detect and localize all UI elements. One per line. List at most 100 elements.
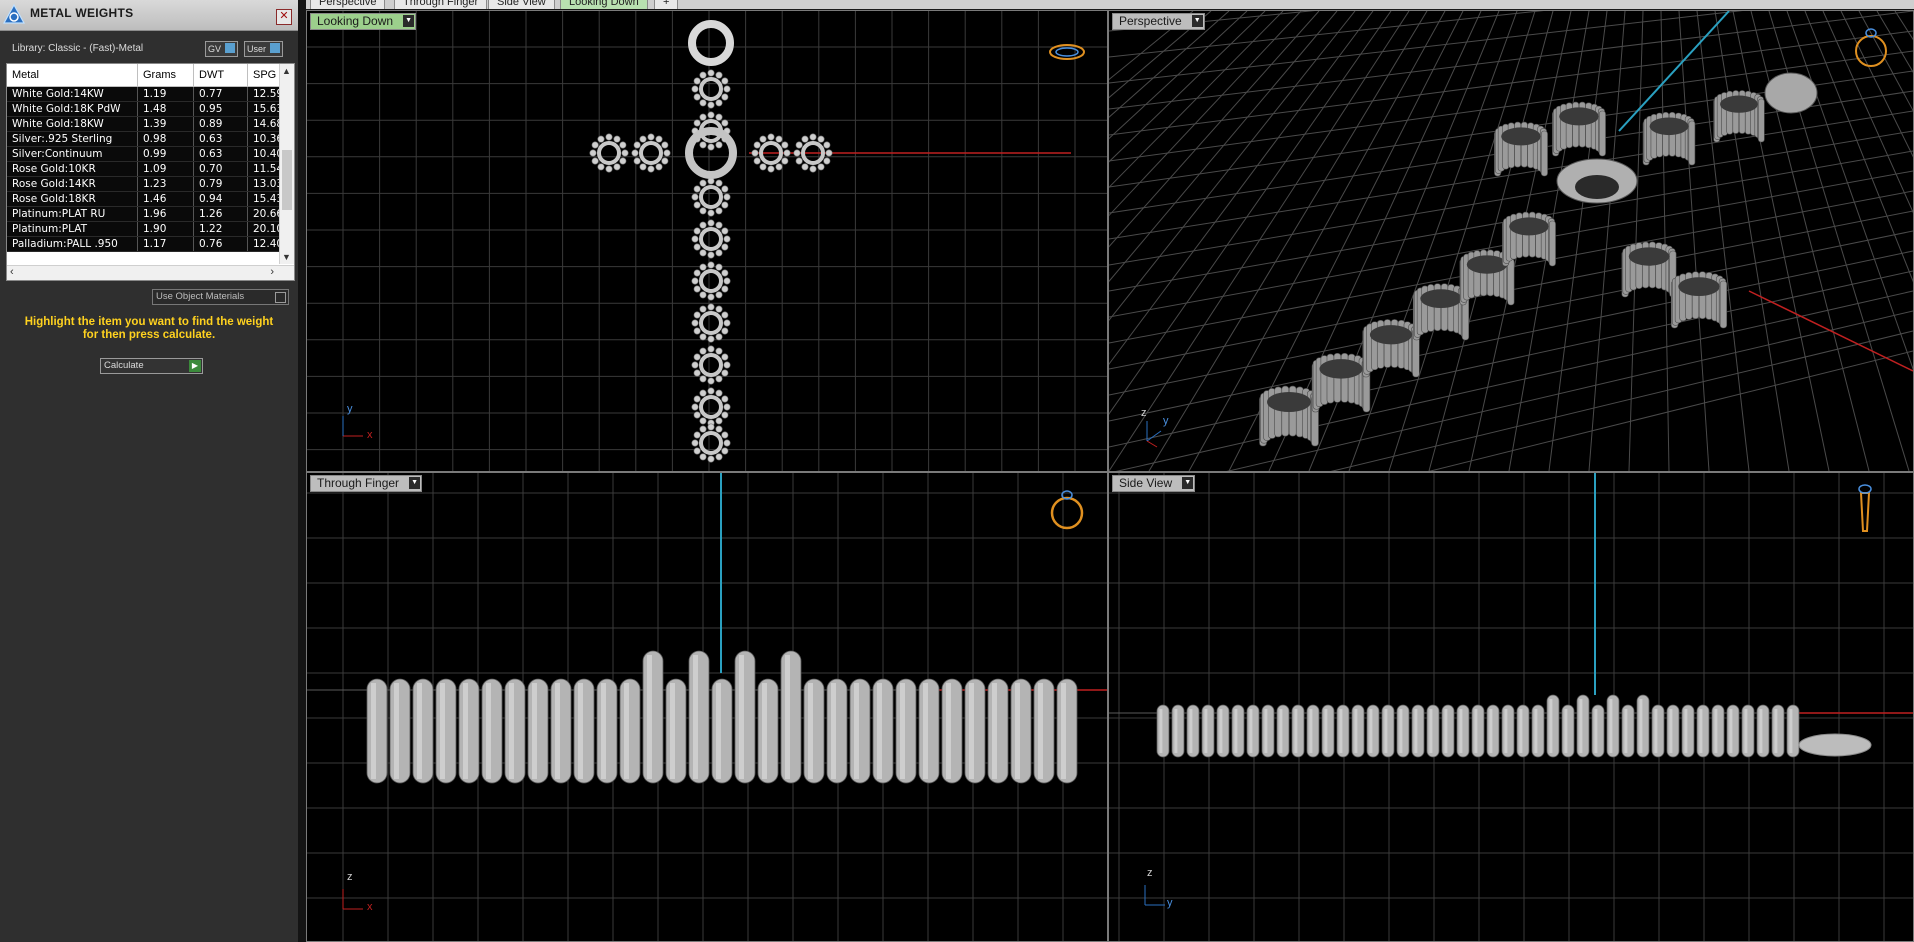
- table-row[interactable]: Platinum:PLAT RU 1.96 1.26 20.66: [7, 206, 290, 222]
- viewport-perspective[interactable]: Perspective ▼ z y: [1108, 10, 1914, 472]
- table-row[interactable]: White Gold:18K PdW 1.48 0.95 15.63: [7, 101, 290, 117]
- use-object-materials-label: Use Object Materials: [156, 291, 245, 302]
- instruction-line: for then press calculate.: [82, 329, 216, 341]
- table-cell: 0.98: [137, 131, 194, 147]
- viewport-label-text: Looking Down: [317, 14, 394, 28]
- gv-label: GV: [208, 44, 222, 54]
- axis-label-y: y: [1163, 415, 1169, 427]
- table-row[interactable]: Silver:.925 Sterling 0.98 0.63 10.36: [7, 131, 290, 147]
- add-tab-button[interactable]: +: [654, 0, 679, 9]
- user-toggle-button[interactable]: User: [244, 41, 284, 57]
- table-cell: 0.63: [193, 146, 248, 162]
- viewport-grid: [307, 473, 1107, 941]
- table-cell: Rose Gold:14KR: [7, 176, 138, 192]
- viewport-looking-down[interactable]: Looking Down ▼ y x: [306, 10, 1108, 472]
- scroll-right-icon[interactable]: ›: [270, 266, 274, 278]
- table-row[interactable]: Rose Gold:14KR 1.23 0.79 13.03: [7, 176, 290, 192]
- table-cell: 1.48: [137, 101, 194, 117]
- horizontal-scrollbar[interactable]: ‹ ›: [7, 265, 294, 280]
- table-cell: Platinum:PLAT RU: [7, 206, 138, 222]
- scroll-thumb[interactable]: [282, 150, 292, 210]
- viewport-label-perspective[interactable]: Perspective ▼: [1112, 13, 1205, 30]
- viewport-label-looking-down[interactable]: Looking Down ▼: [310, 13, 417, 30]
- viewport-side-view[interactable]: Side View ▼ z y: [1108, 472, 1914, 942]
- table-row[interactable]: Silver:Continuum 0.99 0.63 10.40: [7, 146, 290, 162]
- ring-orientation-icon[interactable]: [1050, 490, 1084, 530]
- instruction-line: Highlight the item you want to find the …: [24, 316, 274, 328]
- axis-label-x: x: [367, 429, 373, 441]
- viewport-through-finger[interactable]: Through Finger ▼ z x: [306, 472, 1108, 942]
- table-cell: Silver:Continuum: [7, 146, 138, 162]
- scroll-left-icon[interactable]: ‹: [10, 266, 14, 278]
- table-cell: 1.09: [137, 161, 194, 177]
- chevron-down-icon: ▼: [1191, 15, 1203, 27]
- table-cell: 0.99: [137, 146, 194, 162]
- table-cell: 1.17: [137, 236, 194, 252]
- table-row[interactable]: White Gold:14KW 1.19 0.77 12.59: [7, 86, 290, 102]
- scroll-down-icon[interactable]: ▼: [282, 252, 291, 262]
- tab-side-view[interactable]: Side View: [488, 0, 555, 9]
- table-row[interactable]: White Gold:18KW 1.39 0.89 14.68: [7, 116, 290, 132]
- viewport-label-side-view[interactable]: Side View ▼: [1112, 475, 1196, 492]
- table-cell: Rose Gold:18KR: [7, 191, 138, 207]
- table-cell: 0.95: [193, 101, 248, 117]
- close-icon[interactable]: ✕: [276, 9, 292, 25]
- library-label: Library: Classic - (Fast)-Metal: [12, 43, 144, 54]
- viewport-grid: [1109, 473, 1913, 941]
- play-icon: ▶: [189, 360, 201, 372]
- viewport-label-through-finger[interactable]: Through Finger ▼: [310, 475, 423, 492]
- table-row[interactable]: Platinum:PLAT 1.90 1.22 20.10: [7, 221, 290, 237]
- table-row[interactable]: Rose Gold:10KR 1.09 0.70 11.54: [7, 161, 290, 177]
- ring-orientation-icon[interactable]: [1855, 28, 1887, 67]
- tab-perspective[interactable]: Perspective: [310, 0, 386, 9]
- instruction-text: Highlight the item you want to find the …: [10, 316, 288, 342]
- axis-label-z: z: [1147, 867, 1153, 879]
- table-cell: 0.77: [193, 86, 248, 102]
- table-row[interactable]: Palladium:PALL .950 1.17 0.76 12.40: [7, 236, 290, 252]
- chevron-down-icon: ▼: [409, 477, 421, 489]
- column-header[interactable]: Metal: [7, 64, 138, 87]
- table-cell: White Gold:14KW: [7, 86, 138, 102]
- gv-toggle-button[interactable]: GV: [205, 41, 239, 57]
- table-cell: 1.26: [193, 206, 248, 222]
- viewport-label-text: Perspective: [1119, 14, 1182, 28]
- table-row[interactable]: Rose Gold:18KR 1.46 0.94 15.43: [7, 191, 290, 207]
- metal-weights-panel: METAL WEIGHTS ✕ Library: Classic - (Fast…: [0, 0, 298, 942]
- table-cell: Palladium:PALL .950: [7, 236, 138, 252]
- metal-table: Metal Grams DWT SPG White Gold:14KW 1.19 0…: [7, 64, 290, 252]
- tab-through-finger[interactable]: Through Finger: [394, 0, 488, 9]
- axis-label-z: z: [1141, 407, 1147, 419]
- metal-table-container: Metal Grams DWT SPG White Gold:14KW 1.19 0…: [6, 63, 295, 281]
- viewport-label-text: Side View: [1119, 476, 1173, 490]
- ring-orientation-icon[interactable]: [1858, 484, 1872, 532]
- scroll-up-icon[interactable]: ▲: [282, 66, 291, 76]
- table-cell: 0.94: [193, 191, 248, 207]
- vertical-scrollbar[interactable]: ▲ ▼: [279, 64, 294, 264]
- viewport-tab-bar: Perspective Through Finger Side View Loo…: [306, 0, 1914, 9]
- toggle-icon: [275, 292, 286, 303]
- chevron-down-icon: ▼: [1182, 477, 1194, 489]
- column-header[interactable]: Grams: [137, 64, 194, 87]
- table-cell: 1.46: [137, 191, 194, 207]
- chevron-down-icon: ▼: [403, 15, 415, 27]
- table-cell: 1.90: [137, 221, 194, 237]
- calculate-label: Calculate: [104, 360, 144, 371]
- axis-label-z: z: [347, 871, 353, 883]
- calculate-button[interactable]: Calculate ▶: [100, 358, 203, 374]
- table-cell: 1.96: [137, 206, 194, 222]
- table-cell: 1.22: [193, 221, 248, 237]
- table-cell: White Gold:18KW: [7, 116, 138, 132]
- table-cell: 1.19: [137, 86, 194, 102]
- viewport-grid: [307, 11, 1107, 471]
- panel-title: METAL WEIGHTS: [30, 6, 134, 20]
- table-cell: 0.63: [193, 131, 248, 147]
- table-cell: 0.79: [193, 176, 248, 192]
- table-cell: 1.39: [137, 116, 194, 132]
- axis-label-y: y: [1167, 897, 1173, 909]
- use-object-materials-toggle[interactable]: Use Object Materials: [152, 289, 289, 305]
- column-header[interactable]: DWT: [193, 64, 248, 87]
- tab-looking-down[interactable]: Looking Down: [560, 0, 648, 9]
- panel-titlebar: METAL WEIGHTS ✕: [0, 0, 298, 31]
- viewport-label-text: Through Finger: [317, 476, 400, 490]
- panel-separator[interactable]: [298, 0, 306, 942]
